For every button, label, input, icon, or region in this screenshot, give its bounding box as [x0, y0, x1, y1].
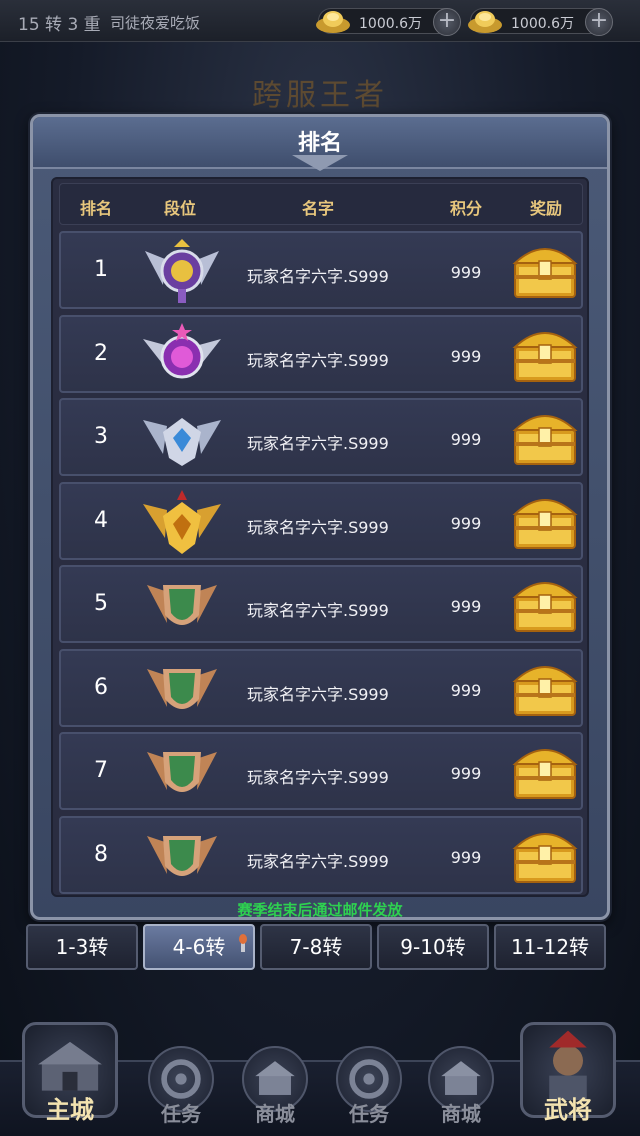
gold-chest-icon[interactable]: [509, 490, 581, 554]
panel-title: 排名: [297, 131, 342, 156]
gold-ingot-icon: [313, 7, 353, 35]
currency-amount: 1000.6万: [511, 16, 574, 32]
task-label: 任务: [161, 1102, 201, 1126]
gold-ingot-icon: [465, 7, 505, 35]
green-bronze-shield-icon: [139, 655, 225, 725]
gold-chest-icon[interactable]: [509, 239, 581, 303]
table-header: 排名 段位 名字 积分 奖励: [59, 183, 583, 225]
title-chevron-ornament: [292, 155, 348, 171]
score-cell: 999: [450, 430, 482, 449]
rank-number: 5: [94, 591, 108, 616]
currency-amount: 1000.6万: [359, 16, 422, 32]
tab-label: 4-6转: [172, 935, 226, 959]
amethyst-winged-badge-icon: [139, 237, 225, 307]
score-cell: 999: [450, 346, 482, 366]
table-row[interactable]: 4 玩家名字六字.S999 999: [59, 481, 583, 560]
score-cell: 999: [450, 597, 482, 616]
player-name-cell: 玩家名字六字.S999: [247, 517, 389, 537]
table-row[interactable]: 8 玩家名字六字.S999 999: [59, 815, 583, 894]
rank-number: 4: [94, 507, 108, 533]
main-city-label: 主城: [46, 1096, 94, 1124]
rank-number: 7: [94, 758, 108, 783]
level-text: 15 转 3 重: [18, 15, 101, 35]
table-row[interactable]: 2 玩家名字六字.S999 999: [59, 314, 583, 393]
add-currency-button[interactable]: +: [585, 8, 613, 36]
add-currency-button[interactable]: +: [433, 8, 461, 36]
score-cell: 999: [450, 847, 482, 867]
player-name-cell: 玩家名字六字.S999: [247, 684, 389, 704]
table-row[interactable]: 5 玩家名字六字.S999 999: [59, 565, 583, 643]
purple-star-winged-badge-icon: [139, 321, 225, 391]
tab-1-3[interactable]: 1-3转: [26, 924, 138, 970]
gold-chest-icon[interactable]: [509, 573, 581, 637]
gold-chest-icon[interactable]: [509, 323, 581, 387]
rank-number: 2: [94, 340, 108, 366]
player-name-cell: 玩家名字六字.S999: [247, 601, 389, 620]
ranking-panel: 排名 排名 段位 名字 积分 奖励 1 玩家名字六字.S999 999 2 玩家名字六字…: [30, 114, 610, 920]
score-cell: 999: [450, 513, 482, 533]
ranking-list[interactable]: 排名 段位 名字 积分 奖励 1 玩家名字六字.S999 999 2 玩家名字六字.S9…: [51, 177, 589, 897]
table-row[interactable]: 3 玩家名字六字.S999 999: [59, 398, 583, 476]
tab-4-6[interactable]: 4-6转: [143, 924, 255, 970]
green-bronze-shield-icon: [139, 571, 225, 641]
gold-chest-icon[interactable]: [509, 740, 581, 804]
tab-9-10[interactable]: 9-10转: [377, 924, 489, 970]
tab-7-8[interactable]: 7-8转: [260, 924, 372, 970]
top-status-bar: 15 转 3 重 司徒夜爱吃饭 1000.6万 + 1000.6万 +: [0, 0, 640, 42]
tab-11-12[interactable]: 11-12转: [494, 924, 606, 970]
shop-label-2: 商城: [441, 1102, 481, 1126]
header-reward: 奖励: [529, 199, 562, 218]
rank-number: 1: [94, 257, 108, 282]
player-name: 司徒夜爱吃饭: [110, 14, 201, 32]
gold-chest-icon[interactable]: [509, 406, 581, 470]
header-name: 名字: [301, 199, 334, 218]
header-tier: 段位: [163, 199, 196, 218]
score-cell: 999: [450, 263, 482, 282]
player-name-cell: 玩家名字六字.S999: [247, 768, 389, 787]
player-name-cell: 玩家名字六字.S999: [247, 267, 389, 286]
task-label-2: 任务: [349, 1102, 389, 1126]
player-name-cell: 玩家名字六字.S999: [247, 434, 389, 453]
gold-chest-icon[interactable]: [509, 824, 581, 888]
player-name-cell: 玩家名字六字.S999: [247, 350, 389, 370]
shop-label: 商城: [255, 1102, 295, 1126]
rank-number: 8: [94, 841, 108, 867]
rank-number: 3: [94, 424, 108, 449]
table-row[interactable]: 6 玩家名字六字.S999 999: [59, 648, 583, 727]
header-score: 积分: [449, 199, 482, 218]
green-bronze-shield-icon: [139, 822, 225, 892]
torch-icon: [237, 924, 249, 952]
green-bronze-shield-icon: [139, 738, 225, 808]
rank-number: 6: [94, 674, 108, 700]
player-name-cell: 玩家名字六字.S999: [247, 851, 389, 871]
score-cell: 999: [450, 764, 482, 783]
tier-tabs: 1-3转 4-6转 7-8转 9-10转 11-12转: [26, 924, 616, 970]
general-label: 武将: [544, 1096, 592, 1124]
currency-gold-1: 1000.6万 +: [316, 8, 461, 36]
reward-note: 赛季结束后通过邮件发放: [237, 901, 403, 919]
gold-winged-badge-icon: [139, 488, 225, 558]
blue-diamond-winged-badge-icon: [139, 404, 225, 474]
currency-gold-2: 1000.6万 +: [468, 8, 613, 36]
table-row[interactable]: 1 玩家名字六字.S999 999: [59, 231, 583, 309]
background-title: 跨服王者: [252, 78, 388, 113]
score-cell: 999: [450, 680, 482, 700]
gold-chest-icon[interactable]: [509, 657, 581, 721]
table-row[interactable]: 7 玩家名字六字.S999 999: [59, 732, 583, 810]
header-rank: 排名: [79, 199, 112, 218]
